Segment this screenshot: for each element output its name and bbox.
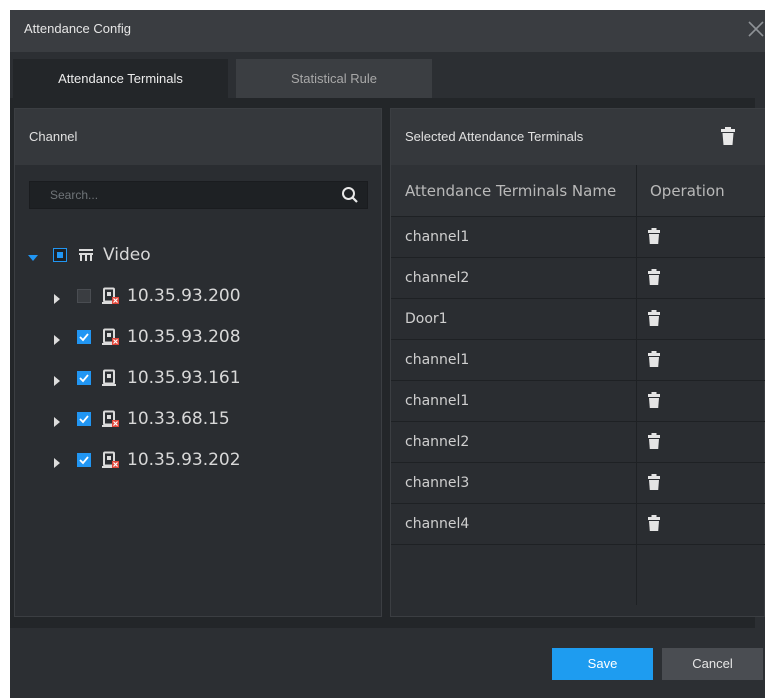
tree-node-device[interactable]: 10.35.93.161 [51, 365, 241, 391]
table-row: channel1 [391, 217, 765, 258]
tree-checkbox[interactable] [77, 289, 91, 303]
delete-all-trash-icon[interactable] [719, 126, 737, 146]
delete-trash-icon[interactable] [647, 432, 661, 450]
channel-panel-header: Channel [15, 109, 381, 165]
delete-trash-icon[interactable] [647, 309, 661, 327]
selected-terminals-panel: Selected Attendance Terminals Attendance… [390, 108, 765, 617]
tree-node-label: 10.33.68.15 [127, 409, 230, 429]
expand-right-icon[interactable] [51, 290, 63, 304]
terminal-name-cell: channel2 [405, 434, 470, 450]
tree-node-label: Video [103, 245, 151, 265]
close-icon[interactable] [745, 18, 765, 40]
tree-checkbox[interactable] [77, 412, 91, 426]
expand-right-icon[interactable] [51, 413, 63, 427]
column-header-name: Attendance Terminals Name [405, 182, 617, 200]
terminal-name-cell: channel3 [405, 475, 470, 491]
table-row: channel2 [391, 258, 765, 299]
tree-node-device[interactable]: 10.35.93.202 [51, 447, 241, 473]
delete-trash-icon[interactable] [647, 473, 661, 491]
expand-right-icon[interactable] [51, 331, 63, 345]
column-header-operation: Operation [650, 182, 725, 200]
device-offline-icon [101, 287, 119, 305]
terminal-name-cell: channel1 [405, 393, 470, 409]
table-row: channel3 [391, 463, 765, 504]
table-row: channel1 [391, 340, 765, 381]
delete-trash-icon[interactable] [647, 350, 661, 368]
tree-node-label: 10.35.93.161 [127, 368, 241, 388]
terminal-name-cell: channel1 [405, 229, 470, 245]
dialog-title: Attendance Config [24, 21, 131, 36]
expand-right-icon[interactable] [51, 454, 63, 468]
channel-panel: Channel Video 10.35.93.200 [14, 108, 382, 617]
save-button[interactable]: Save [552, 648, 653, 680]
title-bar: Attendance Config [10, 10, 765, 52]
tree-node-label: 10.35.93.200 [127, 286, 241, 306]
tree-node-label: 10.35.93.208 [127, 327, 241, 347]
tree-checkbox[interactable] [77, 330, 91, 344]
device-offline-icon [101, 410, 119, 428]
delete-trash-icon[interactable] [647, 514, 661, 532]
device-offline-icon [101, 328, 119, 346]
table-row: channel1 [391, 381, 765, 422]
terminal-name-cell: Door1 [405, 311, 448, 327]
channel-search-box [29, 181, 368, 209]
tab-attendance-terminals[interactable]: Attendance Terminals [13, 59, 228, 98]
tree-node-video[interactable]: Video [27, 242, 151, 268]
tree-node-device[interactable]: 10.35.93.200 [51, 283, 241, 309]
table-row: channel4 [391, 504, 765, 545]
search-icon[interactable] [341, 186, 359, 204]
device-offline-icon [101, 451, 119, 469]
tree-node-device[interactable]: 10.33.68.15 [51, 406, 230, 432]
table-row: Door1 [391, 299, 765, 340]
cancel-button[interactable]: Cancel [662, 648, 763, 680]
delete-trash-icon[interactable] [647, 227, 661, 245]
tree-checkbox-video[interactable] [53, 248, 67, 262]
terminal-name-cell: channel4 [405, 516, 470, 532]
selected-terminals-title: Selected Attendance Terminals [405, 129, 584, 144]
tree-node-label: 10.35.93.202 [127, 450, 241, 470]
table-header: Attendance Terminals Name Operation [391, 165, 765, 217]
terminal-name-cell: channel1 [405, 352, 470, 368]
channel-search-input[interactable] [30, 182, 330, 208]
expand-right-icon[interactable] [51, 372, 63, 386]
tree-checkbox[interactable] [77, 371, 91, 385]
channel-panel-title: Channel [29, 129, 78, 144]
delete-trash-icon[interactable] [647, 391, 661, 409]
expand-down-icon[interactable] [27, 249, 39, 261]
terminal-name-cell: channel2 [405, 270, 470, 286]
tree-checkbox[interactable] [77, 453, 91, 467]
device-online-icon [101, 369, 119, 387]
delete-trash-icon[interactable] [647, 268, 661, 286]
video-group-icon [77, 246, 95, 264]
table-row: channel2 [391, 422, 765, 463]
tab-statistical-rule[interactable]: Statistical Rule [236, 59, 432, 98]
selected-terminals-header: Selected Attendance Terminals [391, 109, 765, 165]
tree-node-device[interactable]: 10.35.93.208 [51, 324, 241, 350]
